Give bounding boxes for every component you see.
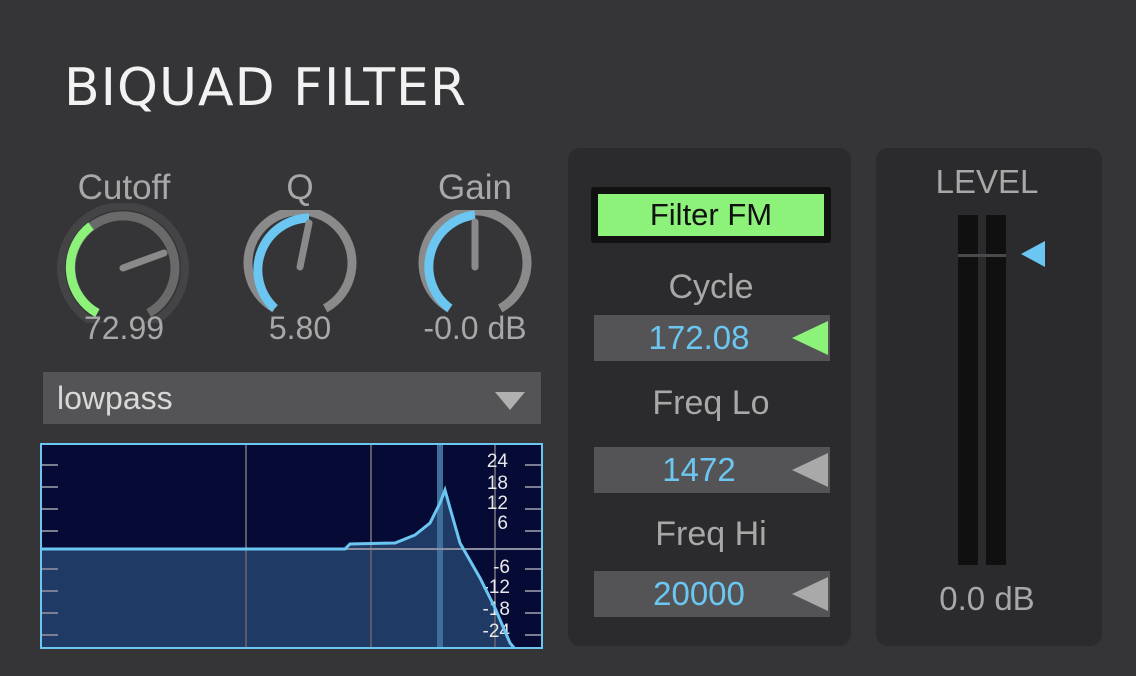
q-knob[interactable] — [243, 210, 357, 320]
cycle-label: Cycle — [668, 268, 754, 306]
gain-tick-label: 24 — [487, 451, 509, 472]
gain-value: -0.0 dB — [423, 310, 527, 346]
filter-type-value: lowpass — [57, 379, 173, 416]
filter-type-dropdown[interactable]: lowpass — [43, 372, 541, 424]
cutoff-knob[interactable] — [56, 203, 190, 323]
gain-tick-label: 6 — [497, 513, 508, 534]
cutoff-label: Cutoff — [77, 168, 171, 207]
triangle-left-icon — [792, 577, 828, 611]
freq-lo-numbox[interactable]: 1472 — [594, 447, 830, 493]
freq-lo-value: 1472 — [662, 451, 736, 488]
level-value: 0.0 dB — [939, 580, 1035, 617]
level-label: LEVEL — [935, 163, 1039, 200]
level-meter-left — [958, 215, 978, 565]
freq-hi-numbox[interactable]: 20000 — [594, 571, 830, 617]
unity-line — [958, 254, 1006, 257]
q-value: 5.80 — [268, 310, 332, 346]
level-meter-right — [986, 215, 1006, 565]
filter-fm-label: Filter FM — [598, 194, 824, 236]
cycle-numbox[interactable]: 172.08 — [594, 315, 830, 361]
cutoff-value: 72.99 — [83, 310, 165, 346]
filter-response-graph[interactable]: 24 18 12 6 -6 -12 -18 -24 — [40, 443, 543, 649]
triangle-left-icon — [792, 453, 828, 487]
freq-hi-label: Freq Hi — [655, 515, 767, 553]
gain-knob[interactable] — [418, 210, 532, 320]
device-title: BIQUAD FILTER — [64, 58, 467, 118]
gain-tick-label: 18 — [487, 473, 508, 494]
gain-tick-label: 12 — [487, 493, 508, 514]
freq-hi-value: 20000 — [653, 575, 745, 612]
cycle-value: 172.08 — [648, 319, 750, 356]
filter-fm-toggle[interactable]: Filter FM — [591, 187, 831, 243]
chevron-down-icon — [495, 392, 525, 410]
cutoff-marker[interactable] — [437, 443, 443, 649]
freq-lo-label: Freq Lo — [652, 384, 770, 422]
gain-tick-label: -6 — [493, 557, 510, 578]
gain-label: Gain — [438, 168, 512, 207]
gain-tick-label: -12 — [483, 577, 510, 598]
q-label: Q — [286, 168, 314, 207]
triangle-left-icon — [792, 321, 828, 355]
level-slider-handle-icon[interactable] — [1019, 239, 1047, 269]
